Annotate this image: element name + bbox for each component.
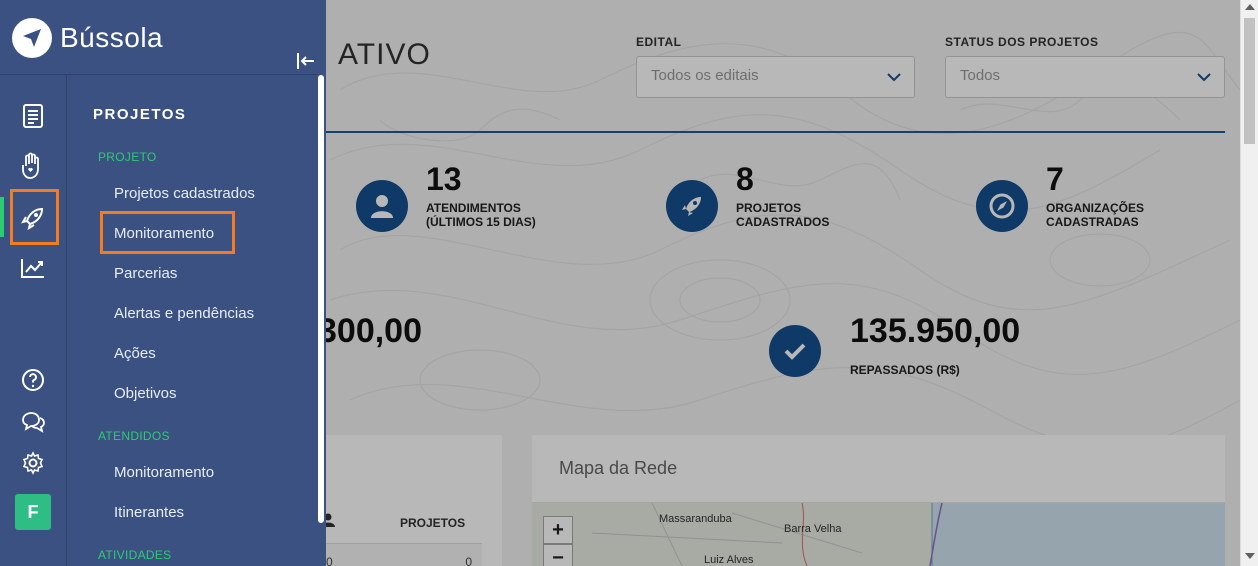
app-name: Bússola — [60, 22, 164, 53]
hand-heart-icon[interactable] — [17, 150, 49, 182]
chart-icon[interactable] — [17, 252, 49, 284]
scroll-down-icon[interactable] — [1245, 553, 1255, 559]
sidebar-scrollbar[interactable] — [318, 75, 324, 523]
group-label-atividades: ATIVIDADES — [98, 548, 172, 562]
section-title-projetos: PROJETOS — [93, 106, 187, 123]
sidebar-rail-divider — [66, 75, 67, 566]
menu-item-itinerantes[interactable]: Itinerantes — [114, 504, 184, 521]
group-label-projeto: PROJETO — [98, 150, 157, 164]
rail-active-indicator — [0, 197, 4, 237]
menu-item-projetos-cadastrados[interactable]: Projetos cadastrados — [114, 185, 255, 202]
compass-logo-icon — [12, 18, 52, 58]
app-logo[interactable]: Bússola — [12, 18, 163, 58]
help-icon[interactable] — [17, 364, 49, 396]
chat-icon[interactable] — [17, 406, 49, 438]
group-label-atendidos: ATENDIDOS — [98, 429, 170, 443]
menu-item-atendidos-monitoramento[interactable]: Monitoramento — [114, 464, 214, 481]
menu-item-parcerias[interactable]: Parcerias — [114, 265, 177, 282]
sidebar: Bússola F PROJETOS PROJETO Projetos cada… — [0, 0, 326, 566]
scroll-up-icon[interactable] — [1245, 4, 1255, 10]
menu-item-acoes[interactable]: Ações — [114, 345, 156, 362]
gear-icon[interactable] — [17, 447, 49, 479]
user-avatar[interactable]: F — [15, 494, 51, 530]
rail-highlight-box — [10, 189, 59, 245]
document-icon[interactable] — [17, 100, 49, 132]
menu-highlight-box — [100, 211, 235, 254]
page-scrollbar[interactable] — [1240, 0, 1258, 566]
menu-item-objetivos[interactable]: Objetivos — [114, 385, 177, 402]
collapse-left-icon[interactable] — [295, 50, 317, 72]
scrollbar-thumb[interactable] — [1244, 18, 1255, 144]
sidebar-top-divider — [0, 74, 318, 75]
menu-item-alertas[interactable]: Alertas e pendências — [114, 305, 254, 322]
